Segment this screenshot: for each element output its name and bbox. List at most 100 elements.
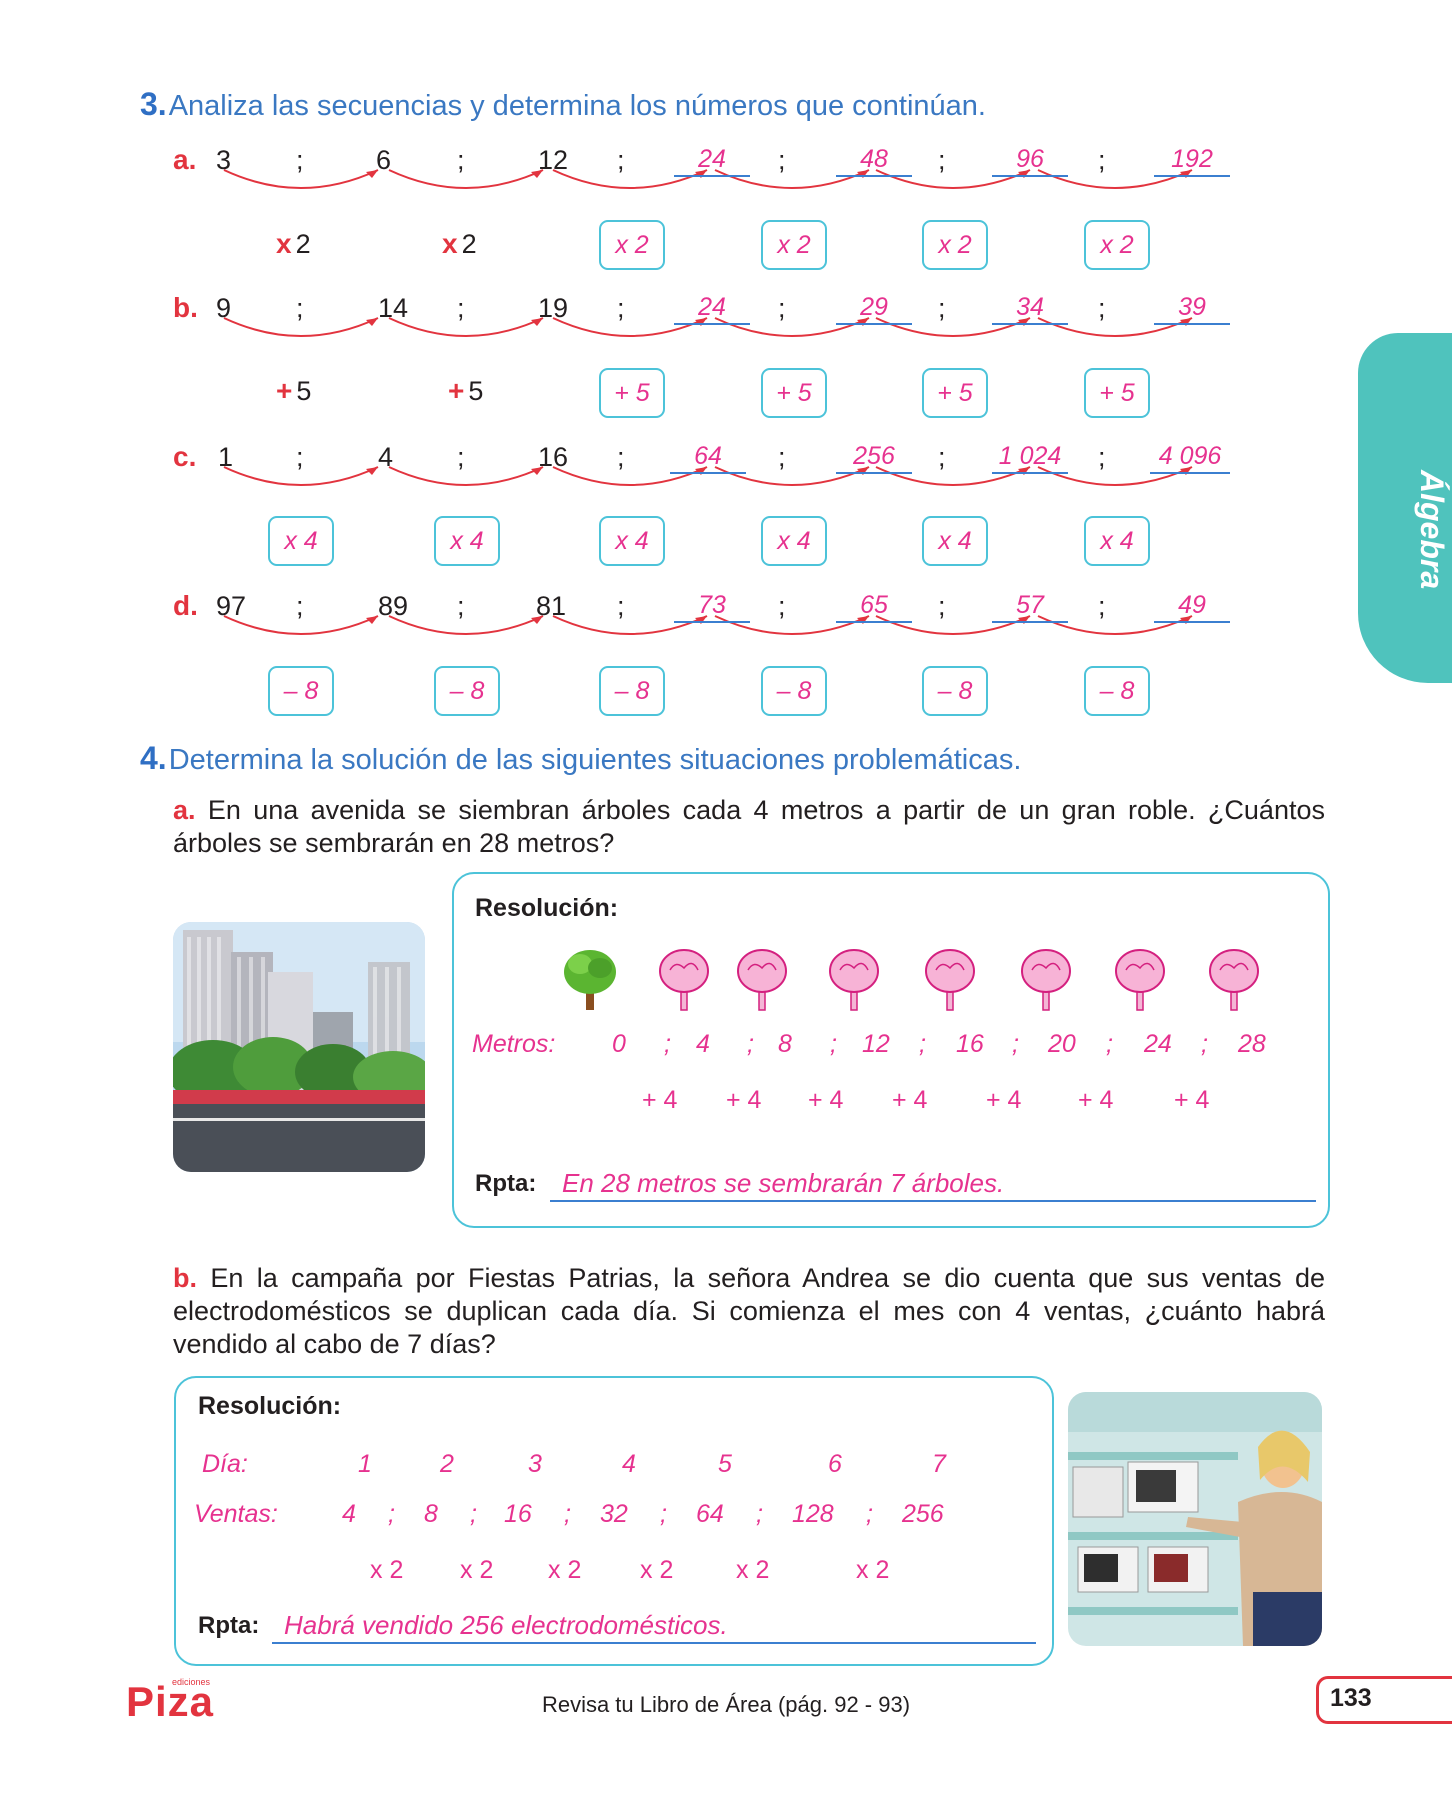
metros-separator: ;	[1012, 1030, 1019, 1058]
metros-step: + 4	[892, 1086, 928, 1114]
problem-a-resolution-label: Resolución:	[475, 894, 619, 922]
exercise-4-instruction: Determina la solución de las siguientes …	[168, 744, 1022, 776]
seq-d-separator-6: ;	[1098, 591, 1106, 621]
ventas-separator: ;	[660, 1500, 667, 1528]
seq-b-answer-4: 39	[1154, 291, 1230, 325]
seq-b-answer-1: 24	[674, 291, 750, 325]
seq-c-op-6: x 4	[1084, 516, 1150, 566]
seq-c-answer-1: 64	[670, 440, 746, 474]
problem-a-text: a. En una avenida se siembran árboles ca…	[173, 794, 1325, 860]
metros-step: + 4	[808, 1086, 844, 1114]
seq-d-term-2: 89	[378, 591, 409, 621]
sapling-tree-icon	[925, 949, 975, 1011]
metros-separator: ;	[919, 1030, 926, 1058]
seq-c-answer-3: 1 024	[992, 440, 1068, 474]
row-d-letter: d.	[173, 590, 198, 621]
ventas-separator: ;	[756, 1500, 763, 1528]
seq-b-op-6: + 5	[1084, 368, 1150, 418]
dia-label: Día:	[202, 1450, 248, 1478]
op-value: 5	[468, 376, 484, 406]
seq-b-term-1: 9	[216, 293, 232, 323]
seq-c-arc-2	[388, 466, 544, 486]
dia-value: 1	[358, 1450, 372, 1478]
dia-value: 6	[828, 1450, 842, 1478]
seq-a-answer-2: 48	[836, 143, 912, 177]
metros-step: + 4	[1078, 1086, 1114, 1114]
op-value: 2	[295, 229, 311, 259]
seq-a-separator-3: ;	[617, 145, 625, 175]
ventas-step: x 2	[640, 1556, 674, 1584]
seq-d-separator-1: ;	[296, 591, 304, 621]
seq-d-answer-1: 73	[674, 589, 750, 623]
plus-sign: +	[276, 375, 293, 406]
seq-a-op-5: x 2	[922, 220, 988, 270]
metros-step: + 4	[642, 1086, 678, 1114]
seq-c-term-1: 1	[218, 442, 234, 472]
problem-a-rpta-label: Rpta:	[475, 1170, 537, 1197]
metros-value: 20	[1048, 1030, 1076, 1058]
ventas-step: x 2	[548, 1556, 582, 1584]
seq-b-separator-6: ;	[1098, 293, 1106, 323]
problem-a-answer: En 28 metros se sembrarán 7 árboles.	[550, 1166, 1316, 1202]
seq-d-answer-3: 57	[992, 589, 1068, 623]
dia-value: 2	[440, 1450, 454, 1478]
seq-b-separator-1: ;	[296, 293, 304, 323]
seq-a-op-2: x2	[442, 228, 477, 260]
avenue-photo	[173, 922, 425, 1172]
seq-b-term-3: 19	[538, 293, 569, 323]
metros-step: + 4	[726, 1086, 762, 1114]
seq-d-separator-3: ;	[617, 591, 625, 621]
seq-d-term-1: 97	[216, 591, 247, 621]
seq-b-op-1: +5	[276, 375, 311, 407]
seq-b-arc-1-arrowhead	[366, 318, 378, 326]
ventas-separator: ;	[470, 1500, 477, 1528]
appliance-store-photo	[1068, 1392, 1322, 1646]
seq-b-arc-2	[388, 317, 544, 337]
seq-c-term-2: 4	[378, 442, 394, 472]
seq-d-arc-2	[388, 615, 544, 635]
sapling-tree-icon	[659, 949, 709, 1011]
metros-value: 24	[1144, 1030, 1172, 1058]
seq-a-separator-4: ;	[778, 145, 786, 175]
seq-d-separator-5: ;	[938, 591, 946, 621]
problem-b-rpta-label: Rpta:	[198, 1612, 260, 1639]
seq-d-separator-2: ;	[457, 591, 465, 621]
metros-value: 12	[862, 1030, 890, 1058]
seq-c-separator-4: ;	[778, 442, 786, 472]
times-sign: x	[276, 228, 292, 259]
metros-value: 4	[696, 1030, 710, 1058]
avenue-photo-image	[173, 922, 425, 1172]
seq-a-separator-5: ;	[938, 145, 946, 175]
dia-value: 4	[622, 1450, 636, 1478]
seq-a-separator-2: ;	[457, 145, 465, 175]
seq-a-separator-6: ;	[1098, 145, 1106, 175]
plus-sign: +	[448, 375, 465, 406]
seq-d-answer-2: 65	[836, 589, 912, 623]
problem-b-statement: En la campaña por Fiestas Patrias, la se…	[173, 1263, 1325, 1359]
exercise-3-number: 3.	[140, 86, 167, 122]
seq-a-answer-3: 96	[992, 143, 1068, 177]
seq-c-op-1: x 4	[268, 516, 334, 566]
ventas-step: x 2	[370, 1556, 404, 1584]
exercise-4-number: 4.	[140, 740, 167, 776]
metros-value: 8	[778, 1030, 792, 1058]
footer-reference: Revisa tu Libro de Área (pág. 92 - 93)	[541, 1692, 911, 1717]
seq-c-answer-2: 256	[836, 440, 912, 474]
seq-a-arc-2	[388, 169, 544, 189]
seq-b-separator-2: ;	[457, 293, 465, 323]
seq-b-answer-2: 29	[836, 291, 912, 325]
dia-value: 3	[528, 1450, 542, 1478]
appliance-store-photo-image	[1068, 1392, 1322, 1646]
seq-d-separator-4: ;	[778, 591, 786, 621]
metros-separator: ;	[830, 1030, 837, 1058]
ventas-value: 16	[504, 1500, 532, 1528]
chapter-tab-label: Álgebra	[1414, 470, 1450, 590]
seq-b-answer-3: 34	[992, 291, 1068, 325]
sapling-tree-icon	[1209, 949, 1259, 1011]
seq-a-op-3: x 2	[599, 220, 665, 270]
seq-b-op-3: + 5	[599, 368, 665, 418]
seq-c-op-5: x 4	[922, 516, 988, 566]
ventas-step: x 2	[736, 1556, 770, 1584]
problem-b-letter: b.	[173, 1263, 197, 1293]
seq-d-term-3: 81	[536, 591, 567, 621]
